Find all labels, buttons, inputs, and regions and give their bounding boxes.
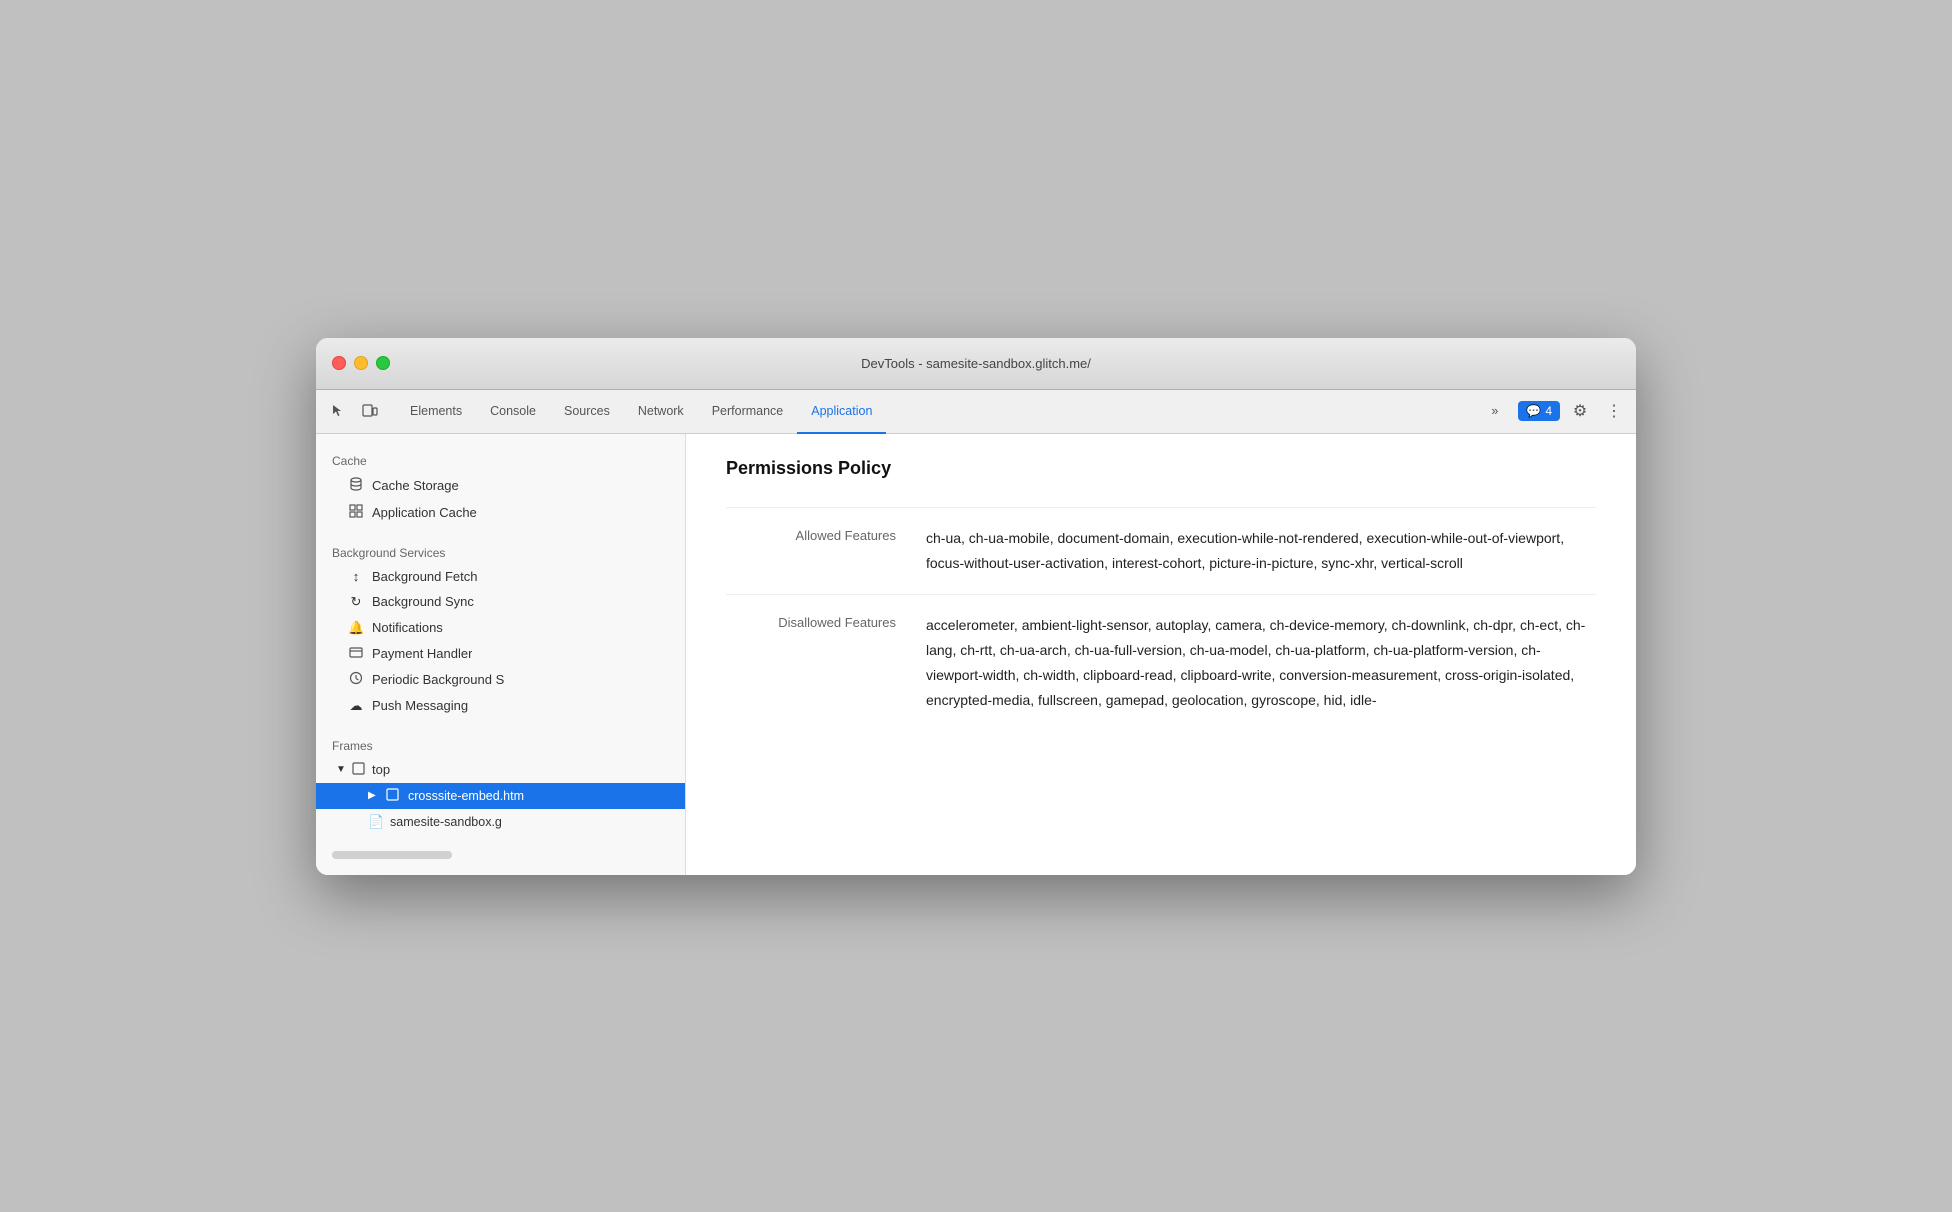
chevron-down-icon: ▼	[336, 764, 348, 775]
cache-section-label: Cache	[316, 446, 685, 472]
tab-elements[interactable]: Elements	[396, 390, 476, 434]
sidebar-item-push-messaging[interactable]: ☁ Push Messaging	[316, 693, 685, 719]
messages-badge[interactable]: 💬 4	[1518, 401, 1560, 421]
sidebar-item-periodic-bg[interactable]: Periodic Background S	[316, 666, 685, 693]
sidebar-item-bg-sync[interactable]: ↻ Background Sync	[316, 589, 685, 615]
allowed-features-value: ch-ua, ch-ua-mobile, document-domain, ex…	[926, 526, 1596, 576]
sidebar: Cache Cache Storage	[316, 434, 686, 875]
tab-bar-right: » 💬 4 ⚙ ⋮	[1477, 390, 1628, 433]
arrows-updown-icon: ↕	[348, 569, 364, 584]
inspect-icon[interactable]	[324, 397, 352, 425]
main-area: Cache Cache Storage	[316, 434, 1636, 875]
chevron-right-icon: ▶	[368, 790, 380, 801]
title-bar: DevTools - samesite-sandbox.glitch.me/	[316, 338, 1636, 390]
embed-frame-icon	[386, 788, 402, 804]
background-section-label: Background Services	[316, 538, 685, 564]
devtools-window: DevTools - samesite-sandbox.glitch.me/ E…	[316, 338, 1636, 875]
bell-icon: 🔔	[348, 620, 364, 636]
content-panel: Permissions Policy Allowed Features ch-u…	[686, 434, 1636, 875]
samesite-sandbox-label: samesite-sandbox.g	[390, 815, 502, 829]
crosssite-embed-label: crosssite-embed.htm	[408, 789, 524, 803]
maximize-button[interactable]	[376, 356, 390, 370]
page-title: Permissions Policy	[726, 458, 1596, 479]
sidebar-tree-top[interactable]: ▼ top	[316, 757, 685, 783]
chat-icon: 💬	[1526, 404, 1541, 418]
more-options-icon[interactable]: ⋮	[1600, 397, 1628, 425]
close-button[interactable]	[332, 356, 346, 370]
disallowed-features-value: accelerometer, ambient-light-sensor, aut…	[926, 613, 1596, 714]
device-icon[interactable]	[356, 397, 384, 425]
database-icon	[348, 477, 364, 494]
clock-icon	[348, 671, 364, 688]
sidebar-item-cache-storage[interactable]: Cache Storage	[316, 472, 685, 499]
minimize-button[interactable]	[354, 356, 368, 370]
cloud-icon: ☁	[348, 698, 364, 714]
tab-application[interactable]: Application	[797, 390, 886, 434]
allowed-features-label: Allowed Features	[726, 526, 926, 543]
tab-sources[interactable]: Sources	[550, 390, 624, 434]
sidebar-item-samesite-sandbox[interactable]: 📄 samesite-sandbox.g	[316, 809, 685, 835]
traffic-lights	[332, 356, 390, 370]
top-frame-label: top	[372, 762, 390, 777]
toolbar-icons	[324, 390, 384, 433]
tab-bar: Elements Console Sources Network Perform…	[316, 390, 1636, 434]
sidebar-item-notifications[interactable]: 🔔 Notifications	[316, 615, 685, 641]
sidebar-scrollbar[interactable]	[332, 851, 452, 859]
sidebar-item-payment-handler[interactable]: Payment Handler	[316, 641, 685, 666]
sidebar-item-bg-fetch[interactable]: ↕ Background Fetch	[316, 564, 685, 589]
sidebar-item-application-cache[interactable]: Application Cache	[316, 499, 685, 526]
disallowed-features-row: Disallowed Features accelerometer, ambie…	[726, 594, 1596, 732]
disallowed-features-label: Disallowed Features	[726, 613, 926, 630]
grid-icon	[348, 504, 364, 521]
settings-icon[interactable]: ⚙	[1566, 397, 1594, 425]
frame-icon	[352, 762, 368, 778]
tab-network[interactable]: Network	[624, 390, 698, 434]
tab-performance[interactable]: Performance	[698, 390, 798, 434]
allowed-features-row: Allowed Features ch-ua, ch-ua-mobile, do…	[726, 507, 1596, 594]
frames-section-label: Frames	[316, 731, 685, 757]
credit-card-icon	[348, 646, 364, 661]
sync-icon: ↻	[348, 594, 364, 610]
window-title: DevTools - samesite-sandbox.glitch.me/	[861, 356, 1091, 371]
tab-console[interactable]: Console	[476, 390, 550, 434]
file-icon: 📄	[368, 814, 384, 830]
sidebar-item-crosssite-embed[interactable]: ▶ crosssite-embed.htm	[316, 783, 685, 809]
tab-more[interactable]: »	[1477, 404, 1512, 420]
